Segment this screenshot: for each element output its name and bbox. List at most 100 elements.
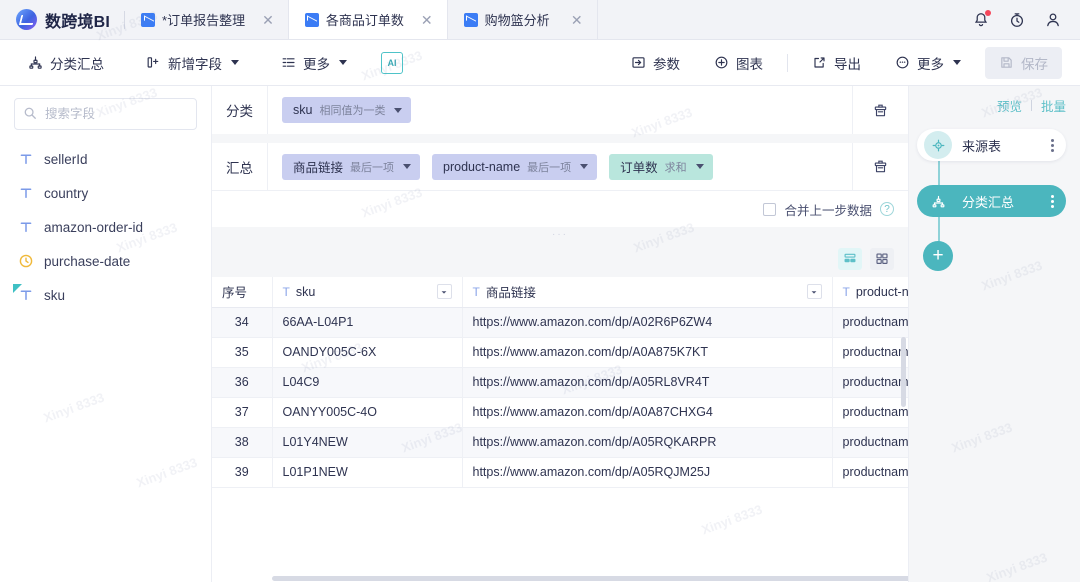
question-icon[interactable]: ? [880, 202, 894, 216]
chip-order-count[interactable]: 订单数 求和 [609, 153, 713, 180]
table-row[interactable]: 38 L01Y4NEW https://www.amazon.com/dp/A0… [212, 427, 908, 458]
close-icon[interactable]: ✕ [262, 13, 274, 27]
brand: 数跨境BI [0, 0, 124, 39]
chart-button[interactable]: 图表 [704, 47, 773, 79]
toolbar-label: 导出 [834, 56, 861, 72]
grid-view-button[interactable] [870, 248, 894, 270]
cell-sku: L04C9 [272, 367, 463, 398]
ai-assistant-button[interactable]: AI [381, 51, 403, 74]
config-row-category: 分类 sku 相同值为一类 [212, 86, 908, 134]
list-view-button[interactable] [838, 248, 862, 270]
cell-link: https://www.amazon.com/dp/A05RQKARPR [462, 427, 833, 458]
summary-config-row: 汇总 商品链接 最后一项 product-name 最后一项 订单数 求和 合并… [212, 143, 908, 227]
add-step-button[interactable]: + [923, 241, 953, 271]
cell-index: 37 [212, 397, 273, 428]
table-row[interactable]: 39 L01P1NEW https://www.amazon.com/dp/A0… [212, 457, 908, 488]
bell-icon[interactable] [972, 9, 991, 29]
search-input[interactable] [14, 98, 197, 130]
group-summary-button[interactable]: 分类汇总 [18, 47, 114, 79]
cell-product: productname36 [832, 427, 908, 458]
close-icon[interactable]: ✕ [571, 13, 583, 27]
config-label-category: 分类 [212, 86, 268, 134]
cell-index: 36 [212, 367, 273, 398]
flow-node-menu-icon[interactable] [1051, 194, 1054, 208]
table-row[interactable]: 37 OANYY005C-4O https://www.amazon.com/d… [212, 397, 908, 428]
panel-resize-handle[interactable]: ··· [212, 227, 908, 241]
flow-node-list: 来源表 分类汇总 + [917, 129, 1066, 271]
flow-node-menu-icon[interactable] [1051, 138, 1054, 152]
close-icon[interactable]: ✕ [421, 13, 433, 27]
chip-name: sku [293, 103, 313, 117]
preview-link[interactable]: 预览 [997, 96, 1022, 115]
cell-index: 38 [212, 427, 273, 458]
col-header-product-link[interactable]: T 商品链接 [462, 277, 833, 308]
fields-panel: sellerId country a [0, 86, 212, 582]
chevron-down-icon [403, 164, 412, 169]
notification-badge [985, 9, 991, 16]
table-head: 序号 T sku T 商品链接 T product-n [212, 277, 908, 308]
batch-link[interactable]: 批量 [1041, 96, 1066, 115]
text-type-icon [18, 219, 34, 235]
table-row[interactable]: 34 66AA-L04P1 https://www.amazon.com/dp/… [212, 307, 908, 338]
flow-node-source-table[interactable]: 来源表 [917, 129, 1066, 161]
chevron-down-icon [580, 164, 589, 169]
col-header-product-name[interactable]: T product-name [832, 277, 908, 308]
text-type-icon: T [842, 284, 850, 299]
chip-sub: 相同值为一类 [319, 105, 386, 117]
field-item-country[interactable]: country [14, 176, 197, 210]
chip-product-name[interactable]: product-name 最后一项 [432, 153, 598, 180]
chip-sku[interactable]: sku 相同值为一类 [282, 97, 412, 123]
column-filter-icon[interactable] [806, 284, 822, 300]
chip-sub: 最后一项 [527, 161, 572, 174]
add-field-button[interactable]: 新增字段 [136, 47, 249, 79]
merge-options-bar: 合并上一步数据 ? [212, 191, 908, 227]
system-icons [954, 0, 1080, 39]
col-header-index[interactable]: 序号 [212, 277, 273, 308]
table-vertical-scrollbar[interactable] [901, 337, 906, 407]
tab-order-report[interactable]: *订单报告整理 ✕ [125, 0, 289, 39]
export-button[interactable]: 导出 [802, 47, 871, 79]
source-table-icon [924, 131, 952, 159]
col-label: 序号 [222, 286, 248, 301]
more-left-button[interactable]: 更多 [271, 47, 357, 79]
chevron-down-icon [953, 60, 961, 65]
field-item-sellerId[interactable]: sellerId [14, 142, 197, 176]
timer-icon[interactable] [1008, 11, 1026, 29]
tab-basket-analysis[interactable]: 购物篮分析 ✕ [448, 0, 598, 39]
field-item-sku[interactable]: sku [13, 278, 197, 312]
clear-category-button[interactable] [852, 86, 908, 134]
toolbar-divider [787, 53, 788, 72]
chart-icon [304, 12, 319, 27]
clear-summary-button[interactable] [852, 143, 908, 190]
merge-previous-checkbox[interactable] [763, 202, 777, 216]
save-label: 保存 [1021, 56, 1048, 72]
chip-product-link[interactable]: 商品链接 最后一项 [282, 153, 421, 180]
field-label: sellerId [44, 151, 88, 167]
chip-name: 商品链接 [293, 161, 344, 175]
table-horizontal-scrollbar[interactable] [272, 576, 908, 581]
field-item-amazon-order-id[interactable]: amazon-order-id [14, 210, 197, 244]
col-label: product-name [855, 284, 908, 299]
params-button[interactable]: 参数 [621, 47, 690, 79]
config-row-summary: 汇总 商品链接 最后一项 product-name 最后一项 订单数 求和 [212, 143, 908, 191]
table-row[interactable]: 35 OANDY005C-6X https://www.amazon.com/d… [212, 337, 908, 368]
save-button[interactable]: 保存 [985, 46, 1062, 79]
cell-index: 35 [212, 337, 273, 368]
toolbar-label: 参数 [653, 56, 680, 72]
config-spacer [212, 134, 908, 143]
flow-node-label: 分类汇总 [962, 194, 1015, 210]
data-table-wrapper: 序号 T sku T 商品链接 T product-n 34 66AA-L04P… [212, 277, 908, 582]
col-header-sku[interactable]: T sku [272, 277, 463, 308]
flow-node-group-summary[interactable]: 分类汇总 [917, 185, 1066, 217]
tab-product-order-count[interactable]: 各商品订单数 ✕ [288, 0, 448, 39]
col-label: sku [295, 284, 316, 299]
user-icon[interactable] [1044, 11, 1062, 29]
field-item-purchase-date[interactable]: purchase-date [14, 244, 197, 278]
table-row[interactable]: 36 L04C9 https://www.amazon.com/dp/A05RL… [212, 367, 908, 398]
more-right-button[interactable]: 更多 [885, 47, 971, 79]
chevron-down-icon [231, 60, 239, 65]
cell-sku: L01Y4NEW [272, 427, 463, 458]
col-label: 商品链接 [485, 286, 536, 301]
text-type-icon [13, 284, 34, 303]
column-filter-icon[interactable] [436, 284, 452, 300]
